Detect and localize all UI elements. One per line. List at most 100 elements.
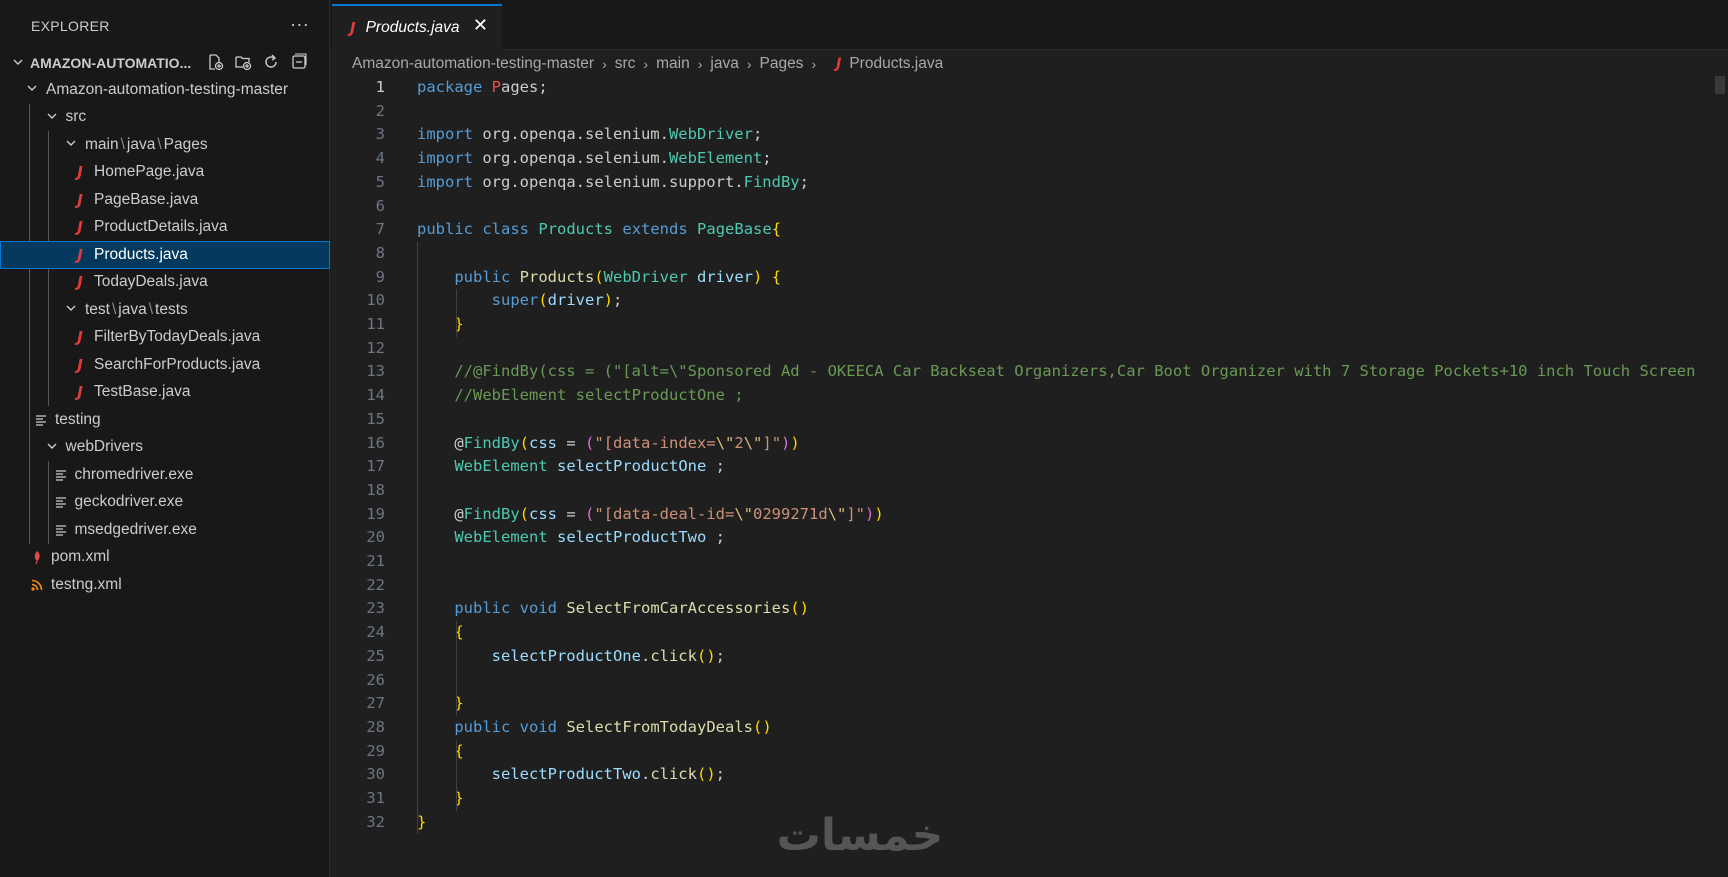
scrollbar-thumb[interactable] [1715, 76, 1725, 94]
code-token: css [529, 504, 558, 523]
code-token: public [454, 717, 511, 736]
chevron-down-icon[interactable] [44, 440, 60, 455]
code-token: selectProductTwo [491, 765, 641, 784]
new-file-icon[interactable] [206, 52, 224, 72]
breadcrumb-item[interactable]: Products.java [849, 55, 943, 73]
tree-folder[interactable]: main \ java \ Pages [0, 131, 330, 159]
breadcrumb-item[interactable]: src [615, 55, 636, 73]
chevron-down-icon[interactable] [63, 137, 79, 152]
code-token: FindBy [463, 504, 520, 523]
chevron-down-icon[interactable] [24, 82, 40, 97]
java-file-icon: J [77, 245, 83, 264]
line-number: 21 [366, 552, 385, 570]
breadcrumb-item[interactable]: main [656, 55, 690, 73]
code-line[interactable]: } [417, 811, 426, 835]
tree-file[interactable]: pom.xml [0, 544, 330, 572]
more-actions-icon[interactable]: ··· [290, 14, 309, 35]
breadcrumb-item[interactable]: java [710, 55, 738, 73]
close-icon[interactable]: ✕ [473, 15, 488, 36]
chevron-down-icon[interactable] [44, 110, 60, 125]
code-token: css [529, 433, 558, 452]
breadcrumb-item[interactable]: Pages [759, 55, 803, 73]
tree-folder[interactable]: test \ java \ tests [0, 296, 330, 324]
code-token: \" [743, 433, 763, 452]
code-line[interactable]: import org.openqa.selenium.WebElement; [417, 147, 772, 171]
path-segment: Pages [163, 135, 208, 153]
tree-folder[interactable]: Amazon-automation-testing-master [0, 76, 330, 104]
workspace-root[interactable]: AMAZON-AUTOMATIO... [0, 52, 329, 74]
code-line[interactable]: @FindBy(css = ("[data-deal-id=\"0299271d… [417, 503, 883, 527]
code-line[interactable]: import org.openqa.selenium.support.FindB… [417, 171, 809, 195]
code-token: ) [706, 765, 716, 784]
path-segment: java [126, 135, 156, 153]
code-line[interactable]: selectProductTwo.click(); [417, 763, 725, 787]
code-token: SelectFromCarAccessories [566, 599, 791, 618]
chevron-down-icon[interactable] [10, 56, 26, 71]
chevron-down-icon[interactable] [63, 302, 79, 317]
tree-file[interactable]: J ProductDetails.java [0, 213, 330, 241]
tree-file[interactable]: J TodayDeals.java [0, 268, 330, 296]
tree-file[interactable]: testing [0, 406, 330, 434]
tree-file[interactable]: chromedriver.exe [0, 461, 330, 489]
path-separator: \ [148, 300, 154, 318]
tree-file[interactable]: J SearchForProducts.java [0, 351, 330, 379]
code-line[interactable]: //@FindBy(css = ("[alt=\"Sponsored Ad - … [417, 360, 1695, 384]
line-number: 9 [375, 267, 385, 286]
indent-guide [456, 621, 457, 716]
collapse-all-icon[interactable] [290, 52, 308, 72]
code-editor[interactable]: 1 package Pages; 2 3 import org.openqa.selen… [330, 76, 1728, 877]
code-token: click [650, 765, 697, 784]
indent-guide [48, 296, 49, 324]
path-separator: \ [120, 135, 125, 153]
refresh-icon[interactable] [262, 52, 280, 72]
code-token: { [771, 267, 782, 286]
chevron-right-icon: › [811, 56, 817, 72]
code-line[interactable]: WebElement selectProductOne ; [417, 455, 725, 479]
tree-file[interactable]: geckodriver.exe [0, 488, 330, 516]
code-line[interactable]: public class Products extends PageBase{ [417, 218, 781, 242]
code-token: ( [594, 267, 604, 286]
code-token: extends [622, 220, 688, 239]
tree-file[interactable]: testng.xml [0, 571, 330, 599]
tree-folder[interactable]: webDrivers [0, 433, 330, 461]
code-line[interactable]: selectProductOne.click(); [417, 645, 725, 669]
code-line[interactable]: super(driver); [417, 289, 623, 313]
explorer-header: EXPLORER ··· [0, 0, 329, 52]
tree-item-label: Products.java [94, 245, 188, 263]
tree-file[interactable]: msedgedriver.exe [0, 516, 330, 544]
code-token: WebElement [454, 528, 548, 547]
code-token: ) [762, 717, 772, 736]
code-token: //WebElement selectProductOne ; [454, 386, 744, 405]
breadcrumb-item[interactable]: Amazon-automation-testing-master [352, 55, 594, 73]
code-token: ) [781, 433, 791, 452]
new-folder-icon[interactable] [234, 52, 252, 72]
code-token: WebDriver [668, 125, 753, 144]
line-number: 20 [366, 528, 385, 547]
code-line[interactable]: @FindBy(css = ("[data-index=\"2\"]")) [417, 432, 799, 456]
code-line[interactable]: //WebElement selectProductOne ; [417, 384, 744, 408]
path-separator: \ [111, 300, 117, 318]
editor-scrollbar[interactable] [1714, 76, 1728, 877]
code-line[interactable]: public void SelectFromTodayDeals() [417, 716, 772, 740]
tree-file[interactable]: J TestBase.java [0, 378, 330, 406]
tree-file[interactable]: J HomePage.java [0, 158, 330, 186]
tree-file[interactable]: J FilterByTodayDeals.java [0, 323, 330, 351]
code-token: //@FindBy(css = ("[alt=\"Sponsored Ad - … [454, 362, 1696, 381]
indent-guide [456, 739, 457, 811]
tree-file[interactable]: J PageBase.java [0, 186, 330, 214]
tree-item-label: msedgedriver.exe [74, 520, 197, 538]
code-token: Products [519, 267, 595, 286]
code-line[interactable]: public Products(WebDriver driver) { [417, 266, 781, 290]
indent-guide [48, 378, 49, 406]
code-token: FindBy [743, 172, 800, 191]
svg-text:خمسات: خمسات [777, 810, 944, 860]
code-line[interactable]: package Pages; [417, 76, 548, 100]
code-token: ( [585, 504, 595, 523]
tree-file[interactable]: J Products.java [0, 241, 330, 269]
tab-products-java[interactable]: J Products.java ✕ [332, 4, 502, 50]
code-line[interactable]: import org.openqa.selenium.WebDriver; [417, 123, 762, 147]
tree-folder[interactable]: src [0, 103, 330, 131]
line-number: 22 [366, 575, 385, 594]
code-line[interactable]: public void SelectFromCarAccessories() [417, 597, 809, 621]
code-line[interactable]: WebElement selectProductTwo ; [417, 526, 725, 550]
